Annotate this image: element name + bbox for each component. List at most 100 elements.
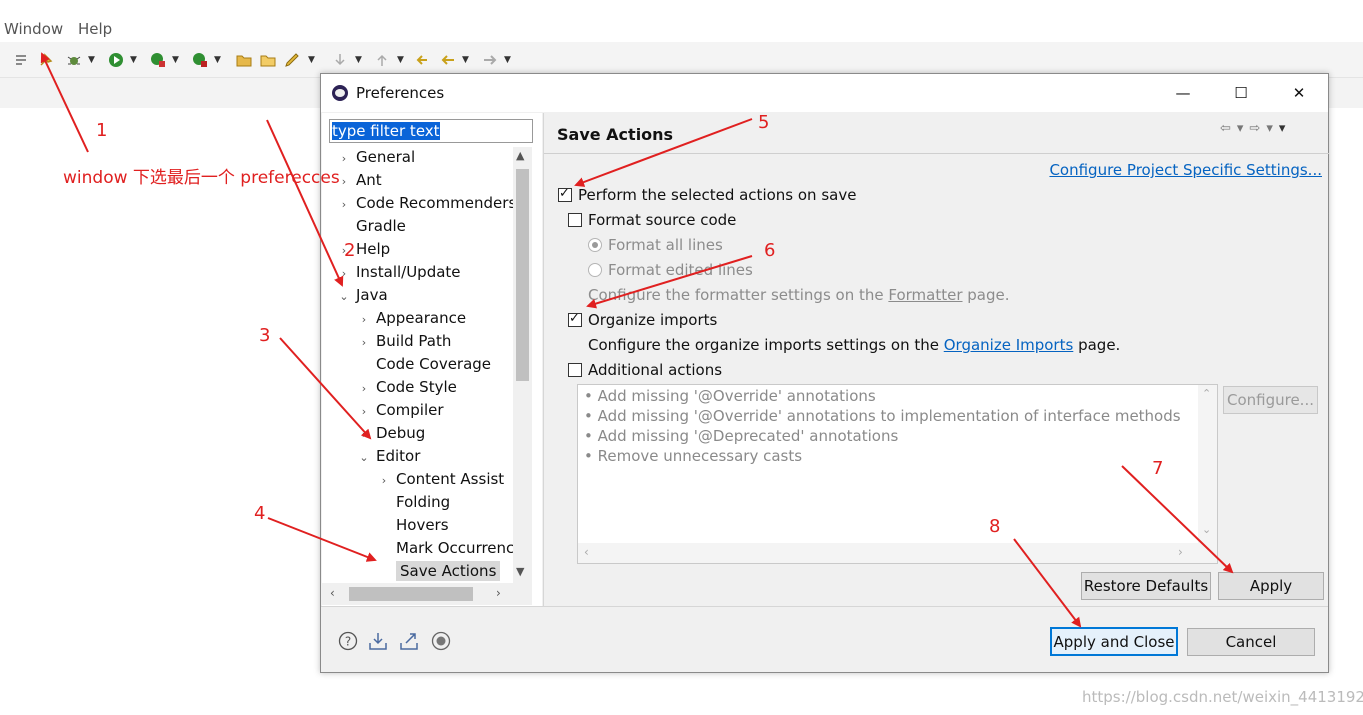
chevron-down-icon[interactable]: ▼ — [355, 55, 362, 65]
scroll-thumb[interactable] — [516, 169, 529, 381]
chevron-down-icon[interactable]: ▼ — [308, 55, 315, 65]
tree-node[interactable]: Folding — [376, 493, 450, 516]
pen-icon[interactable] — [284, 52, 300, 68]
chevron-down-icon[interactable]: ▼ — [462, 55, 469, 65]
cancel-button[interactable]: Cancel — [1187, 628, 1315, 656]
new-folder-icon[interactable] — [236, 52, 252, 68]
tree-vertical-scrollbar[interactable]: ▲ ▼ — [513, 147, 532, 583]
run-icon[interactable] — [108, 52, 124, 68]
tree-node[interactable]: › Compiler — [356, 401, 444, 424]
chevron-right-icon[interactable]: › — [356, 382, 372, 395]
radio-unselected[interactable] — [588, 263, 602, 277]
record-icon[interactable] — [431, 631, 451, 651]
back-icon[interactable] — [440, 52, 456, 68]
chevron-down-icon[interactable]: ⌄ — [336, 290, 352, 303]
tree-node[interactable]: Save Actions — [376, 561, 501, 583]
tree-node[interactable]: Code Coverage — [356, 355, 491, 378]
coverage-icon[interactable] — [150, 52, 166, 68]
chevron-right-icon[interactable]: › — [356, 336, 372, 349]
pin-icon[interactable] — [38, 52, 54, 68]
configure-button[interactable]: Configure... — [1223, 386, 1318, 414]
maximize-button[interactable]: ☐ — [1212, 74, 1270, 112]
chevron-left-icon[interactable]: ‹ — [584, 545, 589, 559]
chevron-down-icon[interactable]: ▼ — [88, 55, 95, 65]
menu-icon[interactable]: ▾ — [1279, 121, 1292, 136]
chevron-right-icon[interactable]: › — [1178, 545, 1183, 559]
list-item[interactable]: • Add missing '@Override' annotations — [584, 387, 876, 405]
menu-window[interactable]: Window — [4, 20, 63, 38]
chevron-right-icon[interactable]: › — [376, 474, 392, 487]
list-item[interactable]: • Remove unnecessary casts — [584, 447, 802, 465]
tree-node[interactable]: › Debug — [356, 424, 426, 447]
tree-node[interactable]: › Code Recommenders — [336, 194, 513, 217]
tree-node[interactable]: Gradle — [336, 217, 406, 240]
format-source-checkbox[interactable]: Format source code — [568, 211, 736, 229]
debug-icon[interactable] — [66, 52, 82, 68]
tree-node[interactable]: Mark Occurrences — [376, 539, 513, 562]
chevron-up-icon[interactable]: ▲ — [516, 149, 524, 162]
checkbox-unchecked[interactable] — [568, 363, 582, 377]
tree-node[interactable]: › Ant — [336, 171, 382, 194]
help-icon[interactable]: ? — [338, 631, 358, 651]
filter-input[interactable]: type filter text — [329, 119, 533, 143]
chevron-down-icon[interactable]: ▼ — [130, 55, 137, 65]
tree-node[interactable]: › Code Style — [356, 378, 457, 401]
checkbox-unchecked[interactable] — [568, 213, 582, 227]
format-all-lines-radio[interactable]: Format all lines — [588, 236, 723, 254]
list-vertical-scrollbar[interactable]: ⌃ ⌄ — [1198, 385, 1217, 543]
chevron-down-icon[interactable]: ⌄ — [1202, 523, 1211, 536]
chevron-right-icon[interactable]: › — [336, 198, 352, 211]
list-horizontal-scrollbar[interactable]: ‹ › — [578, 543, 1217, 563]
back-icon[interactable]: ⇦▾ — [1220, 121, 1249, 136]
tree-node[interactable]: › Install/Update — [336, 263, 461, 286]
tree-node[interactable]: › General — [336, 148, 415, 171]
chevron-down-icon[interactable]: ▼ — [214, 55, 221, 65]
format-edited-lines-radio[interactable]: Format edited lines — [588, 261, 753, 279]
tree-node[interactable]: ⌄ Editor — [356, 447, 420, 470]
apply-button[interactable]: Apply — [1218, 572, 1324, 600]
minimize-button[interactable]: — — [1154, 74, 1212, 112]
checkbox-checked[interactable] — [568, 311, 582, 327]
export-icon[interactable] — [399, 631, 419, 651]
perform-on-save-checkbox[interactable]: Perform the selected actions on save — [558, 186, 856, 204]
checkbox-checked[interactable] — [558, 186, 572, 202]
list-item[interactable]: • Add missing '@Deprecated' annotations — [584, 427, 898, 445]
tree-horizontal-scrollbar[interactable]: ‹ › — [322, 583, 532, 605]
external-tools-icon[interactable] — [192, 52, 208, 68]
outline-icon[interactable] — [14, 52, 30, 68]
open-folder-icon[interactable] — [260, 52, 276, 68]
radio-selected[interactable] — [588, 238, 602, 252]
close-button[interactable]: ✕ — [1270, 74, 1328, 112]
prev-annotation-icon[interactable] — [374, 52, 390, 68]
additional-actions-checkbox[interactable]: Additional actions — [568, 361, 722, 379]
chevron-right-icon[interactable]: › — [496, 586, 501, 600]
list-item[interactable]: • Add missing '@Override' annotations to… — [584, 407, 1181, 425]
configure-project-settings-link[interactable]: Configure Project Specific Settings... — [1049, 161, 1322, 179]
chevron-down-icon[interactable]: ▼ — [504, 55, 511, 65]
tree-node[interactable]: › Appearance — [356, 309, 466, 332]
history-nav[interactable]: ⇦▾⇨▾▾ — [1220, 121, 1291, 136]
organize-imports-link[interactable]: Organize Imports — [944, 336, 1074, 354]
chevron-down-icon[interactable]: ▼ — [516, 565, 524, 578]
import-icon[interactable] — [368, 631, 388, 651]
chevron-left-icon[interactable]: ‹ — [330, 586, 335, 600]
forward-icon[interactable]: ⇨▾ — [1249, 121, 1278, 136]
additional-actions-list[interactable]: • Add missing '@Override' annotations • … — [577, 384, 1218, 564]
menu-help[interactable]: Help — [78, 20, 112, 38]
tree-node[interactable]: › Content Assist — [376, 470, 504, 493]
chevron-right-icon[interactable]: › — [336, 267, 352, 280]
tree-node[interactable]: Hovers — [376, 516, 449, 539]
restore-defaults-button[interactable]: Restore Defaults — [1081, 572, 1211, 600]
chevron-right-icon[interactable]: › — [356, 313, 372, 326]
tree-node[interactable]: ⌄ Java — [336, 286, 387, 309]
chevron-down-icon[interactable]: ▼ — [397, 55, 404, 65]
forward-icon[interactable] — [482, 52, 498, 68]
tree-node[interactable]: › Build Path — [356, 332, 452, 355]
chevron-right-icon[interactable]: › — [356, 405, 372, 418]
apply-and-close-button[interactable]: Apply and Close — [1050, 627, 1178, 656]
chevron-down-icon[interactable]: ⌄ — [356, 451, 372, 464]
chevron-right-icon[interactable]: › — [356, 428, 372, 441]
next-annotation-icon[interactable] — [332, 52, 348, 68]
organize-imports-checkbox[interactable]: Organize imports — [568, 311, 717, 329]
scroll-thumb[interactable] — [349, 587, 473, 601]
